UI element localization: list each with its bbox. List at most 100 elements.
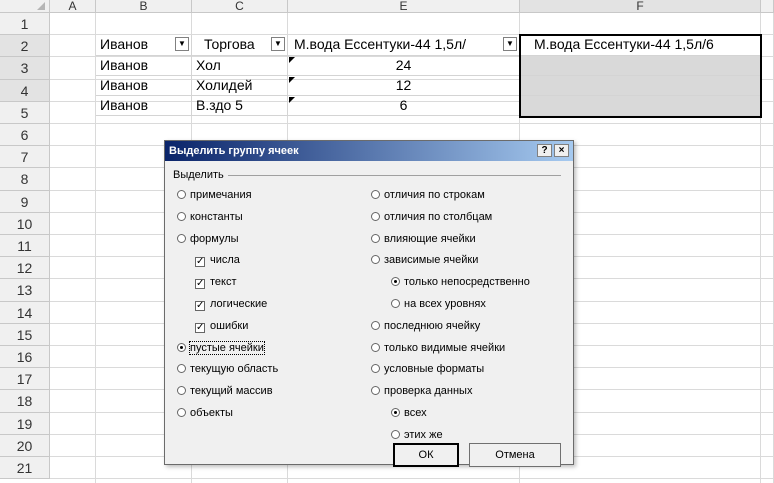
cell-f3[interactable] [520,76,761,96]
row-header-15[interactable]: 15 [0,323,50,346]
option-label: объекты [190,407,233,419]
radio-формулы[interactable]: формулы [177,232,239,246]
radio-последнюю-ячейку[interactable]: последнюю ячейку [371,319,480,333]
radio-icon [177,386,186,396]
row-header-12[interactable]: 12 [0,257,50,280]
option-label: текущую область [190,363,279,376]
radio-проверка-данных[interactable]: проверка данных [371,384,472,398]
option-label: ошибки [210,319,249,332]
radio-константы[interactable]: константы [177,210,243,224]
dialog-title[interactable]: Выделить группу ячеек ? × [165,141,573,161]
radio-влияющие-ячейки[interactable]: влияющие ячейки [371,232,476,246]
cell-c2[interactable]: Хол [192,56,288,76]
checkbox-ошибки[interactable]: ✓ ошибки [195,319,248,333]
col-header-c[interactable]: C [192,0,288,13]
group-divider [225,175,561,176]
row-header-13[interactable]: 13 [0,279,50,302]
cell-e4[interactable]: 6 [288,96,520,116]
radio-этих-же[interactable]: этих же [391,428,443,442]
row-header-4[interactable]: 4 [0,79,50,102]
radio-icon [177,364,186,374]
checkbox-icon: ✓ [195,300,205,311]
cell-c1[interactable]: Торгова ▼ [192,35,288,56]
radio-icon [177,233,186,243]
cell-f4[interactable] [520,96,761,116]
row-header-20[interactable]: 20 [0,434,50,457]
col-header-a[interactable]: A [50,0,96,13]
radio-объекты[interactable]: объекты [177,406,233,420]
radio-условные-форматы[interactable]: условные форматы [371,362,484,376]
row-header-1[interactable]: 1 [0,13,50,36]
radio-отличия-по-столбцам[interactable]: отличия по столбцам [371,210,492,224]
radio-зависимые-ячейки[interactable]: зависимые ячейки [371,253,478,267]
cell-e3-text: 12 [395,77,412,93]
cell-b3[interactable]: Иванов [96,76,192,96]
col-header-e[interactable]: E [288,0,520,13]
close-button[interactable]: × [554,144,569,157]
radio-только-непосредственно[interactable]: только непосредственно [391,275,530,289]
cancel-button[interactable]: Отмена [469,443,561,467]
row-header-18[interactable]: 18 [0,390,50,413]
row-header-5[interactable]: 5 [0,101,50,124]
cell-e1-text: М.вода Ессентуки-44 1,5л/ [294,36,467,52]
option-label: этих же [404,428,443,441]
cell-f1[interactable]: М.вода Ессентуки-44 1,5л/6 [520,35,761,56]
row-header-14[interactable]: 14 [0,301,50,324]
group-label: Выделить [173,169,228,181]
radio-icon [177,342,186,352]
option-label: отличия по столбцам [384,210,493,223]
radio-icon [371,364,380,374]
row-header-19[interactable]: 19 [0,412,50,435]
radio-только-видимые-ячейки[interactable]: только видимые ячейки [371,341,505,355]
radio-текущую-область[interactable]: текущую область [177,362,278,376]
ok-button[interactable]: ОК [393,443,459,467]
option-label: текущий массив [190,385,273,398]
option-label: влияющие ячейки [384,232,476,245]
filter-button-e[interactable]: ▼ [503,37,517,51]
cell-e2-text: 24 [395,57,412,73]
radio-на-всех-уровнях[interactable]: на всех уровнях [391,297,486,311]
col-header-b[interactable]: B [96,0,192,13]
option-label: текст [210,276,237,289]
help-button[interactable]: ? [537,144,552,157]
cell-e3[interactable]: 12 [288,76,520,96]
cell-e2[interactable]: 24 [288,56,520,76]
row-header-16[interactable]: 16 [0,346,50,369]
col-header-next[interactable] [761,0,774,13]
cell-f2[interactable] [520,56,761,76]
row-header-21[interactable]: 21 [0,457,50,480]
radio-всех[interactable]: всех [391,406,427,420]
cell-b1-text: Иванов [100,36,149,52]
cell-b4[interactable]: Иванов [96,96,192,116]
row-header-11[interactable]: 11 [0,235,50,258]
cell-c3[interactable]: Холидей [192,76,288,96]
row-header-10[interactable]: 10 [0,212,50,235]
radio-примечания[interactable]: примечания [177,188,252,202]
row-header-7[interactable]: 7 [0,146,50,169]
cell-c4[interactable]: В.здо 5 [192,96,288,116]
cell-b1[interactable]: Иванов ▼ [96,35,192,56]
row-header-6[interactable]: 6 [0,124,50,147]
radio-текущий-массив[interactable]: текущий массив [177,384,273,398]
row-header-3[interactable]: 3 [0,57,50,80]
cell-b2[interactable]: Иванов [96,56,192,76]
cell-e1[interactable]: М.вода Ессентуки-44 1,5л/ ▼ [288,35,520,56]
cell-e4-text: 6 [399,97,408,113]
checkbox-логические[interactable]: ✓ логические [195,297,267,311]
row-header-8[interactable]: 8 [0,168,50,191]
col-header-f[interactable]: F [520,0,761,13]
row-header-9[interactable]: 9 [0,190,50,213]
filter-button-c[interactable]: ▼ [271,37,285,51]
checkbox-числа[interactable]: ✓ числа [195,253,240,268]
checkbox-текст[interactable]: ✓ текст [195,275,237,290]
radio-пустые-ячейки[interactable]: пустые ячейки [177,340,265,355]
checkbox-icon: ✓ [195,321,205,333]
radio-icon [371,342,380,352]
radio-отличия-по-строкам[interactable]: отличия по строкам [371,188,485,202]
row-header-2[interactable]: 2 [0,35,50,58]
option-label: примечания [190,189,252,201]
select-all-corner[interactable] [0,0,50,13]
row-header-17[interactable]: 17 [0,368,50,391]
option-label: логические [210,298,268,310]
filter-button-b[interactable]: ▼ [175,37,189,51]
